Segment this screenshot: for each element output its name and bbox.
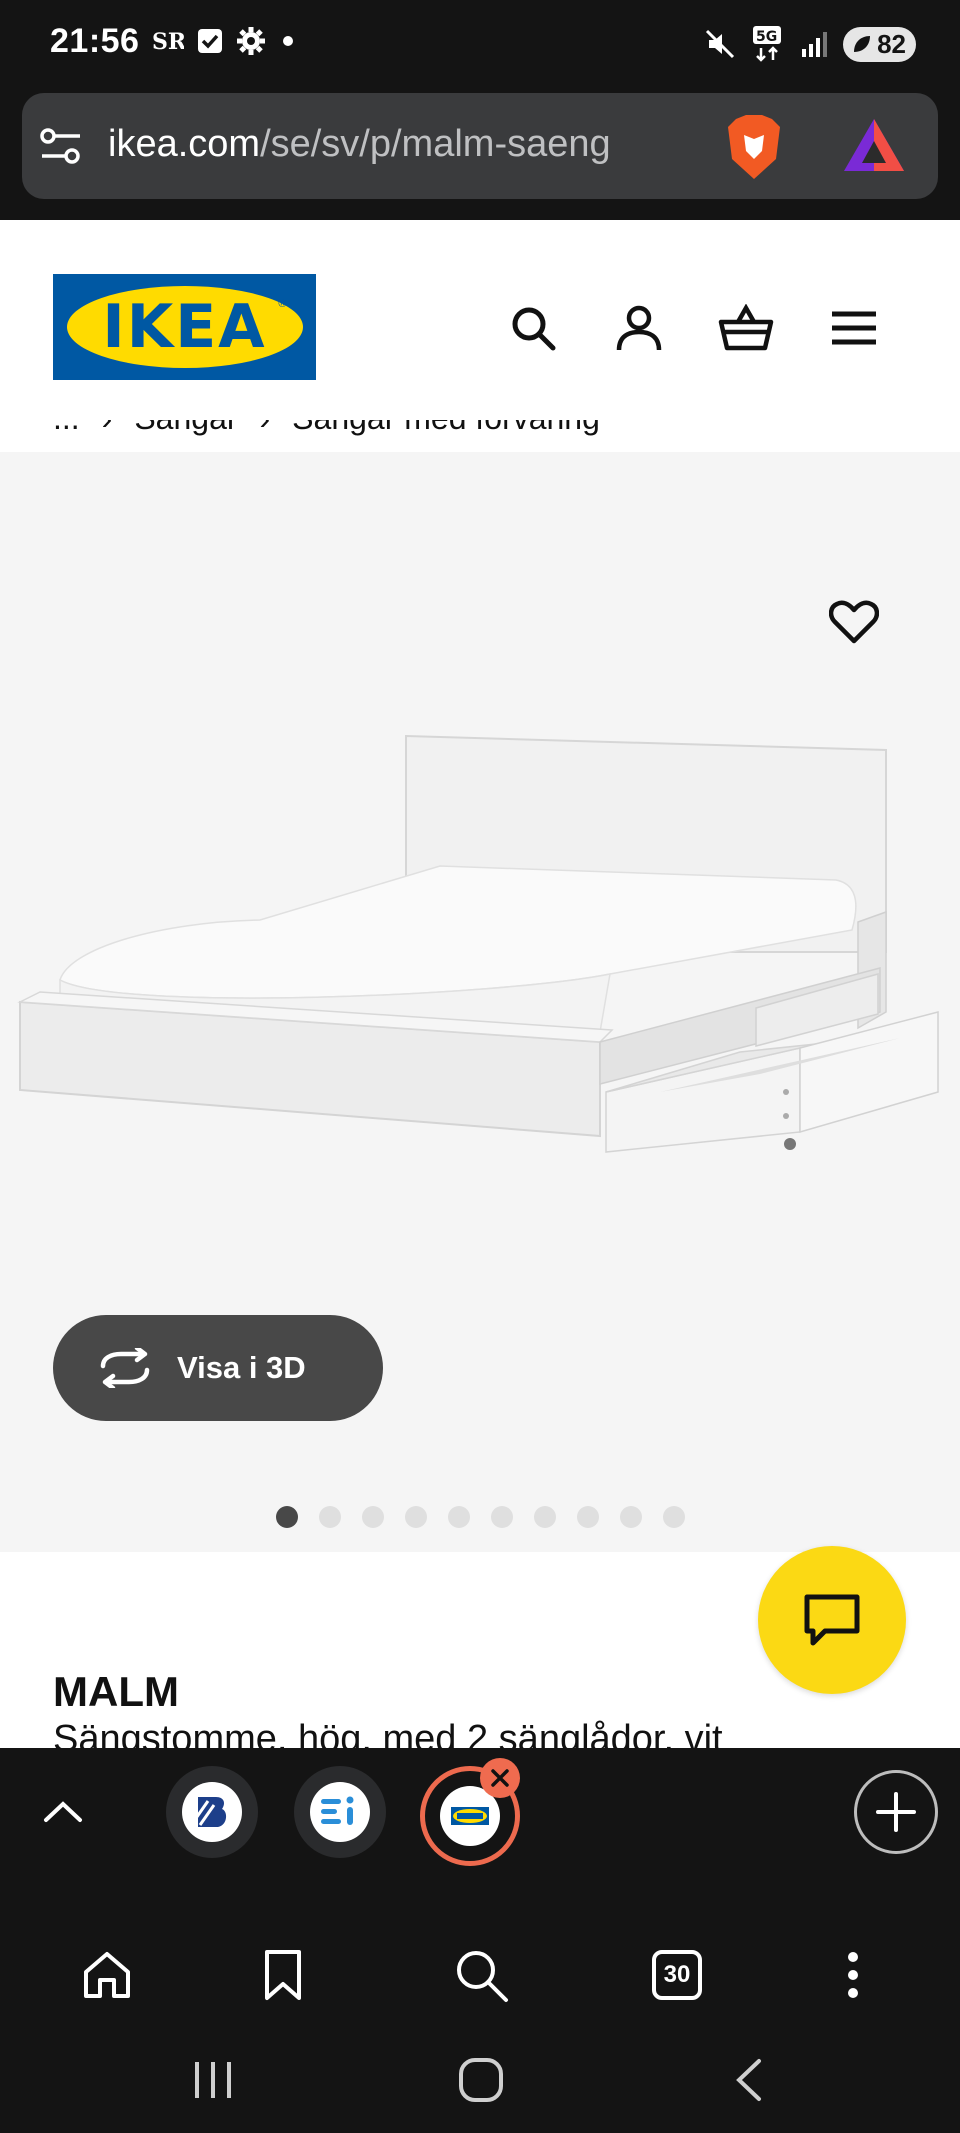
url-path: /se/sv/p/malm-saeng: [260, 123, 611, 165]
recent-apps-button[interactable]: [178, 2045, 248, 2115]
chat-button[interactable]: [758, 1546, 906, 1694]
site-settings-icon[interactable]: [38, 123, 84, 169]
chat-bubble-icon: [804, 1594, 860, 1646]
registered-mark: ®: [278, 298, 287, 310]
bookmarks-button[interactable]: [248, 1940, 318, 2010]
gallery-dot[interactable]: [405, 1506, 427, 1528]
gallery-dot[interactable]: [534, 1506, 556, 1528]
search-icon: [512, 307, 556, 351]
gallery-pagination: [276, 1506, 685, 1528]
rotate-3d-icon: [100, 1348, 150, 1388]
tab-switcher-button[interactable]: 30: [642, 1940, 712, 2010]
back-arrow-icon: [736, 2059, 761, 2101]
more-vertical-icon: [848, 1952, 858, 1998]
view-in-3d-label: Visa i 3D: [177, 1350, 306, 1385]
tab-count: 30: [652, 1950, 702, 2000]
favorite-button[interactable]: [822, 590, 886, 654]
tab-item[interactable]: [166, 1766, 258, 1858]
address-bar[interactable]: ikea.com/se/sv/p/malm-saeng: [22, 93, 938, 199]
hamburger-menu-icon: [832, 311, 876, 345]
gallery-dot[interactable]: [362, 1506, 384, 1528]
status-time: 21:56: [50, 22, 140, 60]
system-back-button[interactable]: [714, 2045, 784, 2115]
ei-logo-icon: [321, 1796, 354, 1825]
view-in-3d-button[interactable]: Visa i 3D: [53, 1315, 383, 1421]
close-icon: [491, 1769, 509, 1787]
ikea-logo[interactable]: IKEA ®: [53, 274, 316, 380]
product-name: MALM: [53, 1668, 179, 1715]
ikea-favicon-icon: [451, 1807, 489, 1825]
logo-text: IKEA: [102, 292, 267, 362]
site-header: IKEA ®: [0, 220, 960, 420]
brave-rewards-icon[interactable]: [842, 117, 906, 175]
recent-apps-icon: [195, 2062, 231, 2098]
shopping-basket-icon: [718, 304, 774, 351]
menu-button[interactable]: [826, 300, 882, 356]
settings-gear-icon: [237, 27, 265, 55]
more-options-button[interactable]: [818, 1940, 888, 2010]
plus-icon: [876, 1792, 916, 1832]
brave-shields-icon[interactable]: [722, 113, 786, 183]
url-host: ikea.com: [108, 123, 261, 165]
tab-favicon: [310, 1782, 370, 1842]
sr-app-icon: SR: [152, 29, 184, 54]
heart-icon: [829, 600, 879, 644]
browser-address-area: ikea.com/se/sv/p/malm-saeng: [0, 88, 960, 220]
status-bar: 21:56 SR 5G 82: [0, 0, 960, 88]
browser-bottom-bar: 30: [0, 1900, 960, 2133]
search-button[interactable]: [446, 1940, 516, 2010]
search-icon: [457, 1951, 508, 2002]
close-tab-button[interactable]: [480, 1758, 520, 1798]
gallery-dot-active[interactable]: [276, 1506, 298, 1528]
tab-favicon: [182, 1782, 242, 1842]
notification-dot-icon: [283, 36, 293, 46]
network-label: 5G: [756, 29, 777, 45]
bank-b-logo-icon: [192, 1797, 227, 1827]
bookmark-icon: [265, 1950, 301, 2000]
battery-level: 82: [877, 28, 906, 59]
user-icon: [616, 305, 662, 351]
product-gallery[interactable]: Visa i 3D: [0, 452, 960, 1552]
network-5g-icon: 5G: [753, 26, 782, 62]
home-icon: [84, 1952, 130, 1998]
svg-text:SR: SR: [152, 29, 184, 54]
gallery-dot[interactable]: [491, 1506, 513, 1528]
system-home-button[interactable]: [446, 2045, 516, 2115]
gallery-dot[interactable]: [577, 1506, 599, 1528]
gallery-dot[interactable]: [448, 1506, 470, 1528]
tab-strip: [0, 1748, 960, 1900]
cart-button[interactable]: [718, 300, 774, 356]
home-button[interactable]: [72, 1940, 142, 2010]
home-circle-icon: [459, 2058, 503, 2102]
status-system-icons: 5G 82: [703, 24, 916, 64]
gallery-dot[interactable]: [319, 1506, 341, 1528]
checkbox-icon: [198, 29, 222, 53]
search-button[interactable]: [505, 300, 561, 356]
signal-icon: [802, 32, 828, 57]
gallery-dot[interactable]: [663, 1506, 685, 1528]
logo-oval: IKEA ®: [66, 286, 303, 368]
mute-icon: [706, 29, 735, 59]
battery-indicator: 82: [843, 26, 916, 62]
account-button[interactable]: [611, 300, 667, 356]
tab-item[interactable]: [294, 1766, 386, 1858]
status-notification-icons: SR: [152, 26, 298, 56]
chevron-up-icon[interactable]: [40, 1792, 86, 1832]
url-text[interactable]: ikea.com/se/sv/p/malm-saeng: [108, 123, 611, 166]
battery-saver-leaf-icon: [854, 36, 871, 52]
product-image-bed: [17, 734, 939, 1153]
new-tab-button[interactable]: [854, 1770, 938, 1854]
gallery-dot[interactable]: [620, 1506, 642, 1528]
